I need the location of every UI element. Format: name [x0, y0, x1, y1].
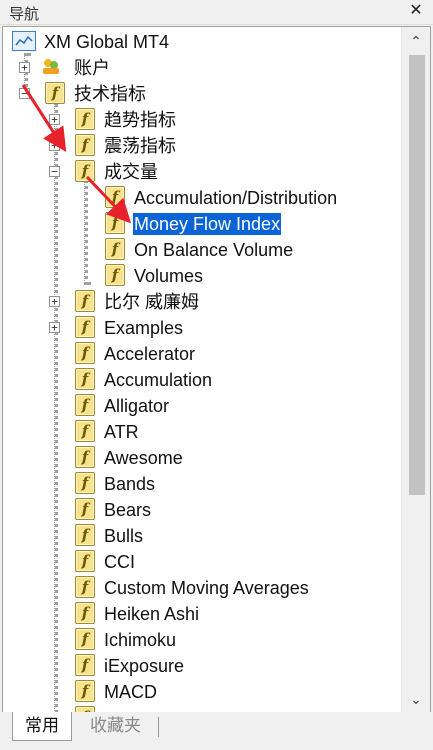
custom-indicator-icon: f [75, 498, 95, 520]
tree-root-label: XM Global MT4 [44, 32, 170, 52]
indicator-icon: f [105, 212, 125, 234]
custom-indicator-icon: f [75, 368, 95, 390]
expand-icon[interactable]: + [19, 62, 30, 73]
custom-indicator-icon: f [75, 576, 95, 598]
collapse-icon[interactable]: − [19, 88, 30, 99]
tree-item-volumes-folder[interactable]: − f 成交量 [3, 159, 398, 185]
custom-indicator-icon: f [75, 524, 95, 546]
tree-item-label: Bands [104, 474, 156, 494]
indicator-folder-icon: f [75, 290, 95, 312]
tree-item-custom[interactable]: f Bulls [3, 523, 398, 549]
custom-indicator-icon: f [75, 472, 95, 494]
custom-indicator-icon: f [75, 602, 95, 624]
custom-indicator-icon: f [75, 446, 95, 468]
indicator-folder-icon: f [45, 82, 65, 104]
tree-item-oscillators[interactable]: + f 震荡指标 [3, 133, 398, 159]
tree-item-label: iExposure [104, 656, 185, 676]
scroll-up-icon[interactable]: ⌃ [402, 29, 430, 53]
tree-item-custom[interactable]: f Ichimoku [3, 627, 398, 653]
tree-item-indicators[interactable]: − f 技术指标 [3, 81, 398, 107]
navigator-tree: XM Global MT4 + 账户 − f 技术指标 + f 趋势指标 + f… [3, 27, 398, 713]
expand-icon[interactable]: + [49, 114, 60, 125]
terminal-icon [12, 31, 36, 51]
tree-item-label: 比尔 威廉姆 [104, 292, 200, 312]
custom-indicator-icon: f [75, 394, 95, 416]
tab-bar: 常用 收藏夹 [0, 712, 433, 750]
indicator-folder-icon: f [75, 134, 95, 156]
tree-item-trend[interactable]: + f 趋势指标 [3, 107, 398, 133]
tree-item-volume[interactable]: f Accumulation/Distribution [3, 185, 398, 211]
tree-item-custom[interactable]: f Custom Moving Averages [3, 575, 398, 601]
tree-item-label: On Balance Volume [134, 240, 294, 260]
tree-item-custom[interactable]: f ATR [3, 419, 398, 445]
tree-item-label: Money Flow Index [133, 213, 282, 235]
custom-indicator-icon: f [75, 628, 95, 650]
indicator-folder-icon: f [75, 316, 95, 338]
tree-item-label: Awesome [104, 448, 183, 468]
tree-item-label: Examples [104, 318, 184, 338]
custom-indicator-icon: f [75, 680, 95, 702]
indicator-icon: f [105, 264, 125, 286]
custom-indicator-icon: f [75, 342, 95, 364]
close-icon[interactable]: ✕ [407, 2, 425, 20]
navigator-panel: XM Global MT4 + 账户 − f 技术指标 + f 趋势指标 + f… [2, 26, 431, 714]
tree-item-custom[interactable]: f Accumulation [3, 367, 398, 393]
tree-item-label: Volumes [134, 266, 204, 286]
tree-item-label: Ichimoku [104, 630, 177, 650]
expand-icon[interactable]: + [49, 296, 60, 307]
vertical-scrollbar[interactable]: ⌃ ⌄ [401, 27, 430, 713]
tree-item-bill-williams[interactable]: + f 比尔 威廉姆 [3, 289, 398, 315]
tree-item-label: Bears [104, 500, 152, 520]
tree-item-label: 成交量 [104, 162, 158, 182]
tree-item-label: 账户 [74, 58, 110, 78]
indicator-folder-icon: f [75, 160, 95, 182]
tree-item-label: Accumulation/Distribution [134, 188, 338, 208]
tree-item-label: 趋势指标 [104, 110, 176, 130]
tree-root[interactable]: XM Global MT4 [3, 29, 398, 55]
tree-item-custom[interactable]: f MACD [3, 679, 398, 705]
tree-item-custom[interactable]: f CCI [3, 549, 398, 575]
tree-item-custom[interactable]: f Alligator [3, 393, 398, 419]
indicator-icon: f [105, 186, 125, 208]
tree-item-label: 震荡指标 [104, 136, 176, 156]
tree-item-volume[interactable]: f On Balance Volume [3, 237, 398, 263]
indicator-icon: f [105, 238, 125, 260]
tree-item-volume[interactable]: f Volumes [3, 263, 398, 289]
indicator-folder-icon: f [75, 108, 95, 130]
window-title: 导航 [9, 6, 40, 23]
tab-favorites[interactable]: 收藏夹 [78, 712, 153, 740]
collapse-icon[interactable]: − [49, 166, 60, 177]
tree-item-label: MACD [104, 682, 157, 702]
scroll-down-icon[interactable]: ⌄ [402, 687, 430, 711]
accounts-icon [41, 57, 61, 75]
tree-item-accounts[interactable]: + 账户 [3, 55, 398, 81]
expand-icon[interactable]: + [49, 322, 60, 333]
tree-item-custom[interactable]: f Awesome [3, 445, 398, 471]
custom-indicator-icon: f [75, 550, 95, 572]
custom-indicator-icon: f [75, 420, 95, 442]
tree-item-custom[interactable]: f Accelerator [3, 341, 398, 367]
tree-item-label: 技术指标 [74, 84, 146, 104]
custom-indicator-icon: f [75, 654, 95, 676]
expand-icon[interactable]: + [49, 140, 60, 151]
tree-item-label: Accelerator [104, 344, 196, 364]
tree-item-custom[interactable]: f Bears [3, 497, 398, 523]
tree-item-label: Bulls [104, 526, 144, 546]
tree-item-examples[interactable]: + f Examples [3, 315, 398, 341]
tree-item-label: CCI [104, 552, 135, 572]
tree-item-custom[interactable]: f Bands [3, 471, 398, 497]
navigator-titlebar: 导航 ✕ [0, 0, 433, 25]
tree-item-custom[interactable]: f Heiken Ashi [3, 601, 398, 627]
tree-item-label: Heiken Ashi [104, 604, 200, 624]
tab-separator [158, 717, 159, 737]
tab-common[interactable]: 常用 [12, 712, 72, 741]
tree-item-label: Accumulation [104, 370, 213, 390]
tree-item-label: ATR [104, 422, 139, 442]
scroll-thumb[interactable] [409, 55, 425, 495]
tree-item-volume-selected[interactable]: f Money Flow Index [3, 211, 398, 237]
tree-item-label: Alligator [104, 396, 170, 416]
tree-item-custom[interactable]: f iExposure [3, 653, 398, 679]
tree-item-label: Custom Moving Averages [104, 578, 309, 598]
